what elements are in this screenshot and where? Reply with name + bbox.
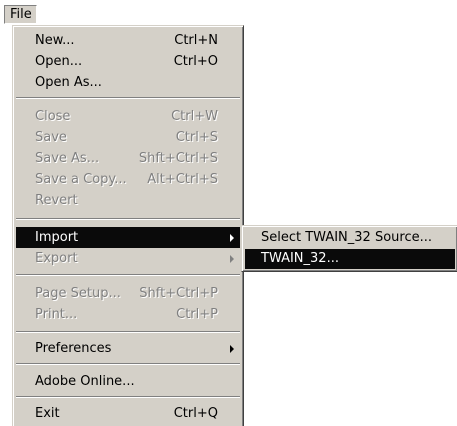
menu-item-save-as[interactable]: Save As... Shft+Ctrl+S bbox=[16, 148, 240, 169]
menu-item-save[interactable]: Save Ctrl+S bbox=[16, 127, 240, 148]
menu-item-close-label: Close bbox=[35, 109, 71, 124]
menu-separator bbox=[16, 396, 240, 398]
menu-item-save-a-copy[interactable]: Save a Copy... Alt+Ctrl+S bbox=[16, 169, 240, 190]
menu-separator bbox=[16, 218, 240, 220]
menu-item-adobe-online-label: Adobe Online... bbox=[35, 374, 135, 389]
menu-item-revert[interactable]: Revert bbox=[16, 190, 240, 211]
menu-item-close[interactable]: Close Ctrl+W bbox=[16, 106, 240, 127]
menu-item-exit-shortcut: Ctrl+Q bbox=[173, 406, 218, 421]
menu-item-import-label: Import bbox=[35, 230, 79, 245]
menu-item-exit[interactable]: Exit Ctrl+Q bbox=[16, 403, 240, 424]
menu-item-exit-label: Exit bbox=[35, 406, 60, 421]
menu-item-save-shortcut: Ctrl+S bbox=[175, 130, 218, 145]
menu-item-print[interactable]: Print... Ctrl+P bbox=[16, 304, 240, 325]
menu-item-page-setup-shortcut: Shft+Ctrl+P bbox=[139, 286, 218, 301]
menu-item-open-as[interactable]: Open As... bbox=[16, 72, 240, 93]
menu-item-open[interactable]: Open... Ctrl+O bbox=[16, 51, 240, 72]
menu-item-save-a-copy-label: Save a Copy... bbox=[35, 172, 127, 187]
menu-item-close-shortcut: Ctrl+W bbox=[171, 109, 218, 124]
submenu-arrow-icon bbox=[230, 255, 234, 263]
menu-item-preferences[interactable]: Preferences bbox=[16, 338, 240, 359]
submenu-item-twain-32-label: TWAIN_32... bbox=[261, 251, 339, 266]
menu-item-revert-label: Revert bbox=[35, 193, 78, 208]
submenu-arrow-icon bbox=[230, 234, 234, 242]
menu-item-new-shortcut: Ctrl+N bbox=[174, 33, 218, 48]
menu-separator bbox=[16, 274, 240, 276]
menu-item-adobe-online[interactable]: Adobe Online... bbox=[16, 371, 240, 392]
menu-item-import[interactable]: Import bbox=[16, 227, 240, 248]
import-submenu: Select TWAIN_32 Source... TWAIN_32... bbox=[241, 225, 457, 272]
menu-item-page-setup[interactable]: Page Setup... Shft+Ctrl+P bbox=[16, 283, 240, 304]
menu-item-export-label: Export bbox=[35, 251, 78, 266]
menu-item-save-as-shortcut: Shft+Ctrl+S bbox=[138, 151, 218, 166]
menu-item-save-label: Save bbox=[35, 130, 67, 145]
menu-separator bbox=[16, 97, 240, 99]
menu-item-save-as-label: Save As... bbox=[35, 151, 100, 166]
menu-item-open-label: Open... bbox=[35, 54, 83, 69]
menu-item-print-shortcut: Ctrl+P bbox=[176, 307, 218, 322]
submenu-item-select-twain-source[interactable]: Select TWAIN_32 Source... bbox=[245, 228, 455, 248]
submenu-item-select-twain-source-label: Select TWAIN_32 Source... bbox=[261, 230, 432, 245]
file-menu: New... Ctrl+N Open... Ctrl+O Open As... … bbox=[12, 25, 244, 426]
menu-item-export[interactable]: Export bbox=[16, 248, 240, 269]
menu-item-open-as-label: Open As... bbox=[35, 75, 102, 90]
menu-separator bbox=[16, 331, 240, 333]
menu-item-page-setup-label: Page Setup... bbox=[35, 286, 121, 301]
submenu-arrow-icon bbox=[230, 345, 234, 353]
file-menu-button[interactable]: File bbox=[4, 5, 37, 24]
menu-item-preferences-label: Preferences bbox=[35, 341, 112, 356]
menu-item-open-shortcut: Ctrl+O bbox=[173, 54, 218, 69]
menu-separator bbox=[16, 363, 240, 365]
menu-item-save-a-copy-shortcut: Alt+Ctrl+S bbox=[147, 172, 218, 187]
menu-item-new-label: New... bbox=[35, 33, 75, 48]
menu-item-print-label: Print... bbox=[35, 307, 78, 322]
menu-item-new[interactable]: New... Ctrl+N bbox=[16, 30, 240, 51]
submenu-item-twain-32[interactable]: TWAIN_32... bbox=[245, 249, 455, 269]
